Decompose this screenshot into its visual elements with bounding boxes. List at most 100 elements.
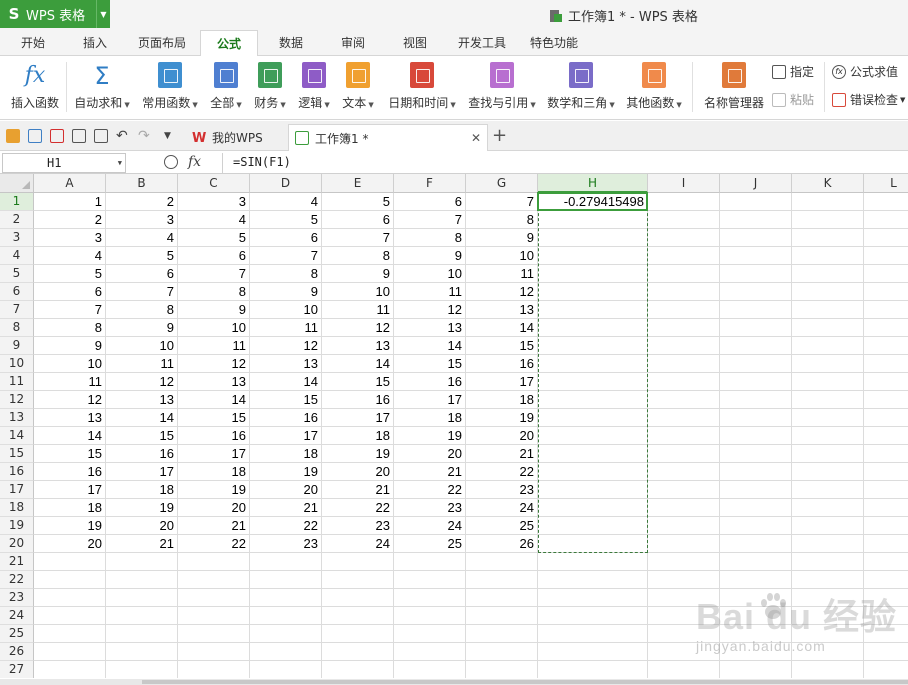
- cell-e9[interactable]: 13: [322, 337, 394, 355]
- cell-g12[interactable]: 18: [466, 391, 538, 409]
- cell-h11[interactable]: [538, 373, 648, 391]
- cell-b27[interactable]: [106, 661, 178, 678]
- cell-l13[interactable]: [864, 409, 908, 427]
- horizontal-scrollbar[interactable]: [0, 679, 908, 685]
- cell-h7[interactable]: [538, 301, 648, 319]
- cell-k12[interactable]: [792, 391, 864, 409]
- cell-a6[interactable]: 6: [34, 283, 106, 301]
- cell-e15[interactable]: 19: [322, 445, 394, 463]
- cell-b15[interactable]: 16: [106, 445, 178, 463]
- cell-b8[interactable]: 9: [106, 319, 178, 337]
- cell-c14[interactable]: 16: [178, 427, 250, 445]
- row-header[interactable]: 2: [0, 211, 34, 229]
- cell-c18[interactable]: 20: [178, 499, 250, 517]
- cell-h25[interactable]: [538, 625, 648, 643]
- cell-e10[interactable]: 14: [322, 355, 394, 373]
- cell-k15[interactable]: [792, 445, 864, 463]
- cell-h6[interactable]: [538, 283, 648, 301]
- cell-e27[interactable]: [322, 661, 394, 678]
- math-functions-button[interactable]: 数学和三角 ▼: [542, 60, 620, 116]
- cell-h10[interactable]: [538, 355, 648, 373]
- cell-a10[interactable]: 10: [34, 355, 106, 373]
- tab-workbook[interactable]: 工作簿1 * ✕: [288, 124, 488, 151]
- cell-d16[interactable]: 19: [250, 463, 322, 481]
- row-header[interactable]: 6: [0, 283, 34, 301]
- insert-function-button[interactable]: fx 插入函数: [6, 60, 64, 116]
- cell-g2[interactable]: 8: [466, 211, 538, 229]
- cell-a12[interactable]: 12: [34, 391, 106, 409]
- cell-g14[interactable]: 20: [466, 427, 538, 445]
- cell-i26[interactable]: [648, 643, 720, 661]
- lookup-functions-button[interactable]: 查找与引用 ▼: [464, 60, 540, 116]
- cell-d25[interactable]: [250, 625, 322, 643]
- cell-c12[interactable]: 14: [178, 391, 250, 409]
- name-box[interactable]: H1 ▼: [2, 153, 126, 173]
- cell-g16[interactable]: 22: [466, 463, 538, 481]
- cell-j16[interactable]: [720, 463, 792, 481]
- cell-d22[interactable]: [250, 571, 322, 589]
- cell-c26[interactable]: [178, 643, 250, 661]
- row-header[interactable]: 23: [0, 589, 34, 607]
- cell-d11[interactable]: 14: [250, 373, 322, 391]
- cell-a4[interactable]: 4: [34, 247, 106, 265]
- formula-input[interactable]: =SIN(F1): [222, 153, 908, 173]
- cell-k14[interactable]: [792, 427, 864, 445]
- cell-f17[interactable]: 22: [394, 481, 466, 499]
- cell-b12[interactable]: 13: [106, 391, 178, 409]
- cell-a26[interactable]: [34, 643, 106, 661]
- cell-g24[interactable]: [466, 607, 538, 625]
- cell-h22[interactable]: [538, 571, 648, 589]
- cell-b23[interactable]: [106, 589, 178, 607]
- row-header[interactable]: 3: [0, 229, 34, 247]
- tab-view[interactable]: 视图: [386, 30, 444, 56]
- cell-f10[interactable]: 15: [394, 355, 466, 373]
- cell-b7[interactable]: 8: [106, 301, 178, 319]
- cell-c7[interactable]: 9: [178, 301, 250, 319]
- cell-l6[interactable]: [864, 283, 908, 301]
- save-icon[interactable]: [28, 129, 42, 143]
- cell-g1[interactable]: 7: [466, 193, 538, 211]
- row-header[interactable]: 4: [0, 247, 34, 265]
- cell-a18[interactable]: 18: [34, 499, 106, 517]
- cell-b13[interactable]: 14: [106, 409, 178, 427]
- cell-g7[interactable]: 13: [466, 301, 538, 319]
- cell-e11[interactable]: 15: [322, 373, 394, 391]
- cell-f20[interactable]: 25: [394, 535, 466, 553]
- cell-e8[interactable]: 12: [322, 319, 394, 337]
- cell-i4[interactable]: [648, 247, 720, 265]
- cell-j7[interactable]: [720, 301, 792, 319]
- cell-k11[interactable]: [792, 373, 864, 391]
- cell-a16[interactable]: 16: [34, 463, 106, 481]
- column-header-d[interactable]: D: [250, 174, 322, 193]
- cell-c6[interactable]: 8: [178, 283, 250, 301]
- cell-h12[interactable]: [538, 391, 648, 409]
- cell-h8[interactable]: [538, 319, 648, 337]
- autosum-button[interactable]: Σ 自动求和 ▼: [70, 60, 134, 116]
- cell-a1[interactable]: 1: [34, 193, 106, 211]
- cell-k6[interactable]: [792, 283, 864, 301]
- cell-c15[interactable]: 17: [178, 445, 250, 463]
- cell-g13[interactable]: 19: [466, 409, 538, 427]
- cell-e24[interactable]: [322, 607, 394, 625]
- cell-i15[interactable]: [648, 445, 720, 463]
- cell-b18[interactable]: 19: [106, 499, 178, 517]
- cell-l22[interactable]: [864, 571, 908, 589]
- redo-icon[interactable]: ↷: [138, 129, 152, 143]
- tab-formulas[interactable]: 公式: [200, 30, 258, 57]
- cell-c23[interactable]: [178, 589, 250, 607]
- cell-i13[interactable]: [648, 409, 720, 427]
- cell-i1[interactable]: [648, 193, 720, 211]
- cell-g4[interactable]: 10: [466, 247, 538, 265]
- logical-functions-button[interactable]: 逻辑 ▼: [294, 60, 334, 116]
- row-header[interactable]: 21: [0, 553, 34, 571]
- cell-f11[interactable]: 16: [394, 373, 466, 391]
- app-menu-button[interactable]: S WPS 表格 ▼: [0, 0, 110, 28]
- cell-b2[interactable]: 3: [106, 211, 178, 229]
- cell-e4[interactable]: 8: [322, 247, 394, 265]
- cell-g25[interactable]: [466, 625, 538, 643]
- cell-f12[interactable]: 17: [394, 391, 466, 409]
- cell-l3[interactable]: [864, 229, 908, 247]
- cell-b20[interactable]: 21: [106, 535, 178, 553]
- cell-i8[interactable]: [648, 319, 720, 337]
- cell-i25[interactable]: [648, 625, 720, 643]
